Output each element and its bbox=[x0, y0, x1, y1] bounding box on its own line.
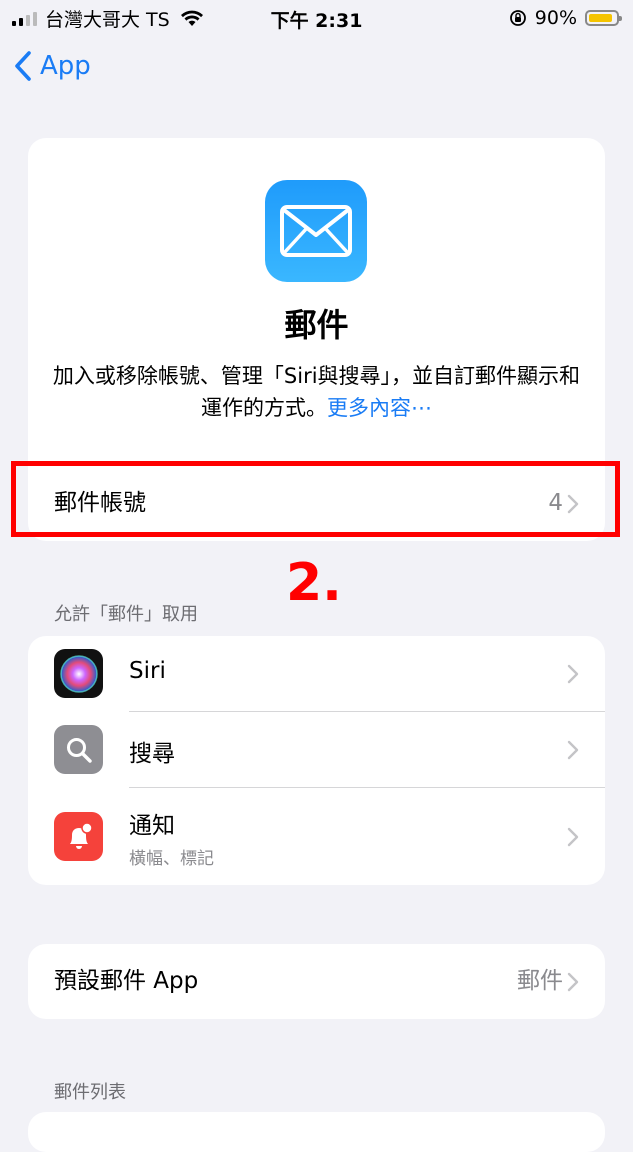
default-mail-app-row[interactable]: 預設郵件 App 郵件 bbox=[28, 944, 605, 1019]
list-item-siri[interactable]: Siri bbox=[28, 636, 605, 711]
list-item-search[interactable]: 搜尋 bbox=[28, 712, 605, 787]
status-bar: 台灣大哥大 TS 下午 2:31 90% bbox=[0, 0, 633, 38]
notifications-label: 通知 bbox=[129, 813, 175, 839]
notifications-subtitle: 橫幅、標記 bbox=[129, 849, 214, 869]
access-list: Siri 搜尋 通知 橫幅、標記 bbox=[28, 636, 605, 885]
more-info-link[interactable]: 更多內容⋯ bbox=[327, 396, 432, 420]
default-mail-app-label: 預設郵件 App bbox=[54, 968, 199, 994]
list-item-notifications[interactable]: 通知 橫幅、標記 bbox=[28, 788, 605, 885]
battery-fill bbox=[589, 14, 612, 22]
chevron-right-icon bbox=[567, 712, 579, 787]
chevron-right-icon bbox=[567, 636, 579, 711]
back-button[interactable]: App bbox=[12, 50, 91, 82]
status-right: 90% bbox=[509, 6, 622, 30]
back-label: App bbox=[40, 51, 91, 81]
siri-icon bbox=[54, 649, 103, 698]
mail-list-card bbox=[28, 1112, 605, 1152]
mail-envelope-icon bbox=[265, 180, 367, 282]
notification-bell-icon bbox=[54, 812, 103, 861]
battery-percent: 90% bbox=[534, 7, 577, 29]
description-text: 加入或移除帳號、管理「Siri與搜尋」，並自訂郵件顯示和運作的方式。 bbox=[52, 364, 581, 420]
chevron-right-icon bbox=[567, 788, 579, 885]
chevron-left-icon bbox=[15, 51, 31, 81]
page-title: 郵件 bbox=[284, 306, 349, 344]
highlight-box bbox=[11, 461, 620, 537]
access-section-header: 允許「郵件」取用 bbox=[54, 604, 198, 625]
step-annotation: 2. bbox=[286, 553, 342, 613]
default-mail-app-value: 郵件 bbox=[517, 968, 563, 994]
mail-list-section-header: 郵件列表 bbox=[54, 1082, 126, 1103]
battery-icon bbox=[585, 10, 622, 26]
search-icon bbox=[54, 725, 103, 774]
page-description: 加入或移除帳號、管理「Siri與搜尋」，並自訂郵件顯示和運作的方式。更多內容⋯ bbox=[44, 360, 589, 424]
siri-label: Siri bbox=[129, 658, 166, 684]
orientation-lock-icon bbox=[509, 10, 526, 26]
chevron-right-icon bbox=[567, 944, 579, 1019]
search-label: 搜尋 bbox=[129, 741, 175, 767]
